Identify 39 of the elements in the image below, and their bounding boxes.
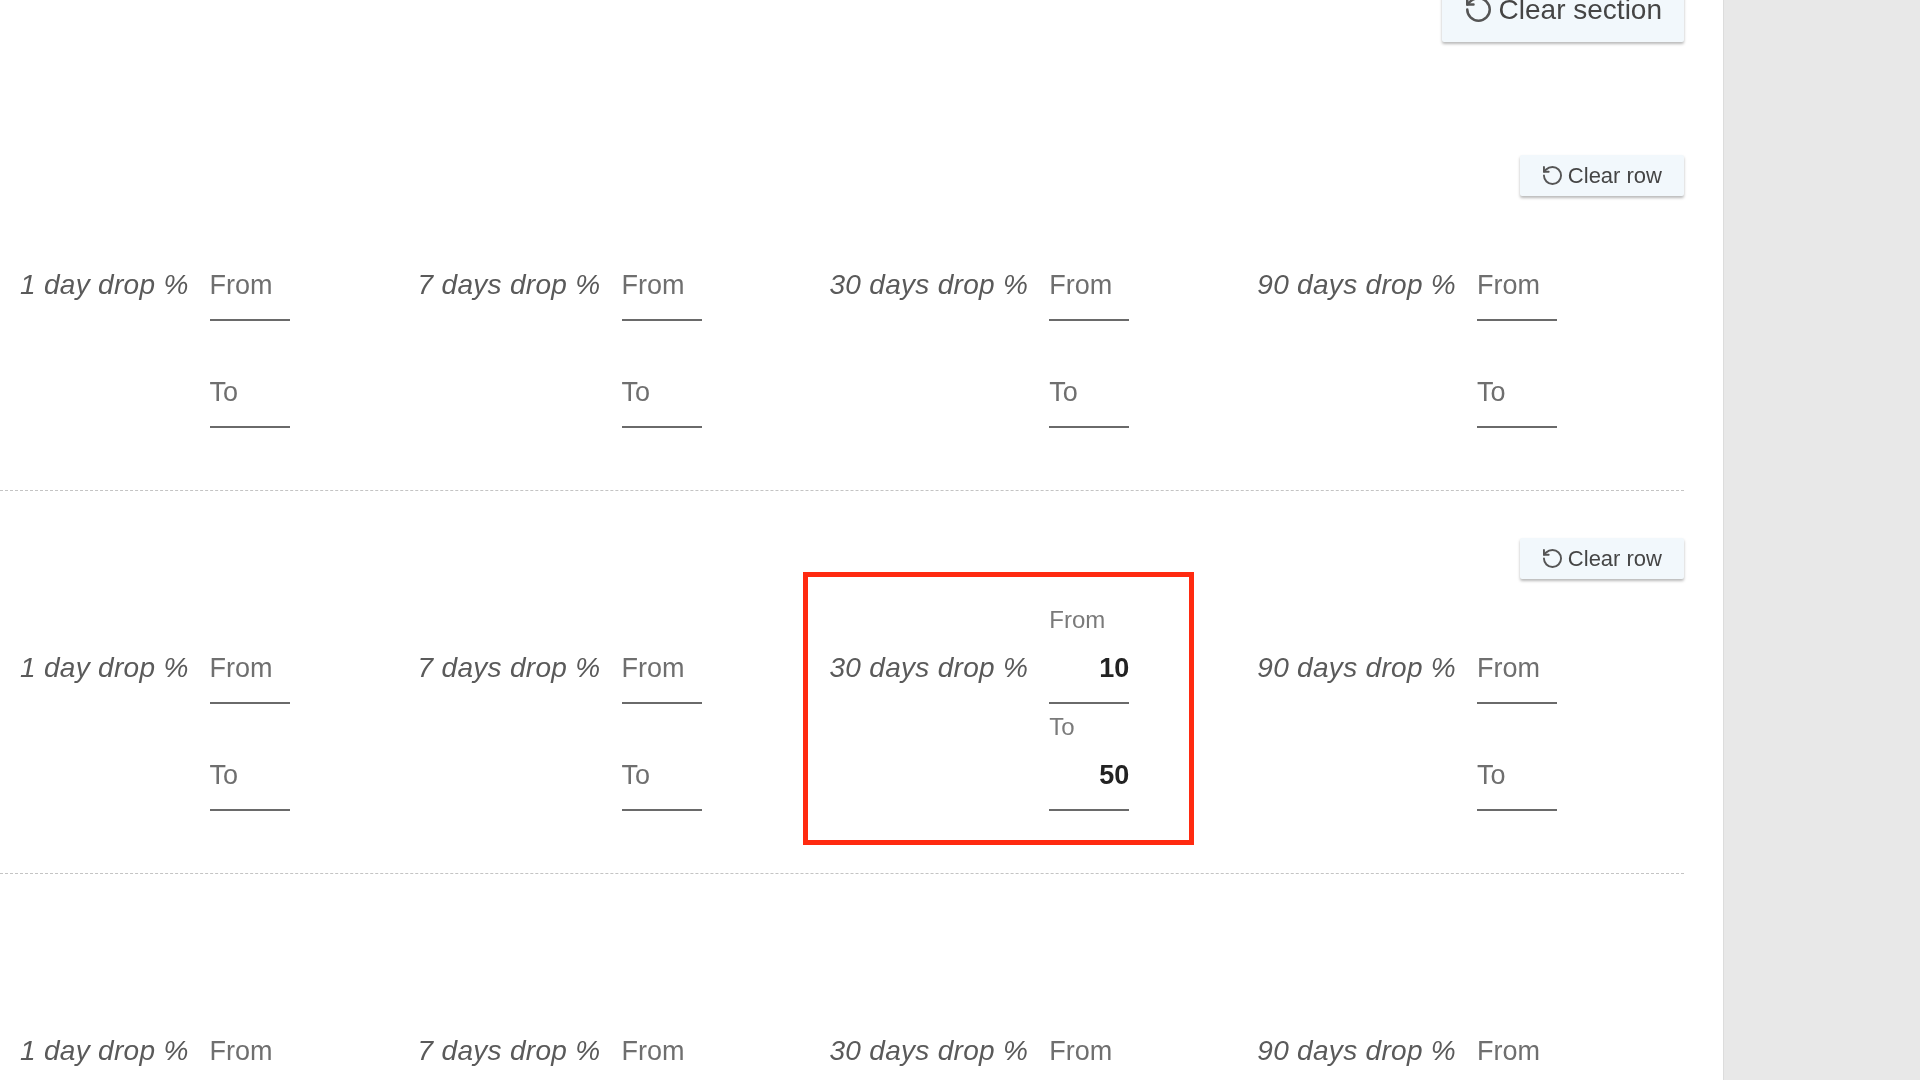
drop-label: 30 days drop % xyxy=(829,268,1029,302)
drop-label: 90 days drop % xyxy=(1257,651,1457,685)
input-field[interactable]: To xyxy=(621,367,702,428)
input-field[interactable]: To xyxy=(1049,367,1130,428)
input-field[interactable]: From xyxy=(1477,260,1558,321)
input-field[interactable]: 10 xyxy=(1049,643,1130,704)
input-field[interactable]: From xyxy=(621,643,702,704)
input-field[interactable]: From xyxy=(1477,1026,1558,1080)
input-field[interactable]: From xyxy=(1049,260,1130,321)
drop-label: 90 days drop % xyxy=(1257,1034,1457,1068)
counterclockwise-arrow-icon xyxy=(1542,549,1562,568)
input-field[interactable]: From xyxy=(209,643,290,704)
drop-label: 1 day drop % xyxy=(20,268,189,302)
drop-label: 7 days drop % xyxy=(417,651,601,685)
field-label: To xyxy=(1049,712,1075,742)
input-field[interactable]: To xyxy=(621,750,702,811)
drop-label: 30 days drop % xyxy=(829,651,1029,685)
clear-row-button[interactable]: Clear row xyxy=(1519,538,1684,579)
drop-label: 90 days drop % xyxy=(1257,268,1457,302)
input-field[interactable]: To xyxy=(209,367,290,428)
input-field[interactable]: To xyxy=(1477,750,1558,811)
input-field[interactable]: From xyxy=(209,1026,290,1080)
counterclockwise-arrow-icon xyxy=(1465,0,1491,22)
counterclockwise-arrow-icon xyxy=(1542,166,1562,185)
drop-label: 1 day drop % xyxy=(20,651,189,685)
drop-label: 30 days drop % xyxy=(829,1034,1029,1068)
drop-label: 7 days drop % xyxy=(417,268,601,302)
input-field[interactable]: From xyxy=(1477,643,1558,704)
drop-label: 1 day drop % xyxy=(20,1034,189,1068)
input-field[interactable]: From xyxy=(1049,1026,1130,1080)
input-field[interactable]: To xyxy=(1477,367,1558,428)
input-field[interactable]: From xyxy=(209,260,290,321)
clear-row-button[interactable]: Clear row xyxy=(1519,155,1684,196)
drop-label: 7 days drop % xyxy=(417,1034,601,1068)
input-field[interactable]: To xyxy=(209,750,290,811)
input-field[interactable]: From xyxy=(621,1026,702,1080)
field-label: From xyxy=(1049,605,1106,635)
input-field[interactable]: 50 xyxy=(1049,750,1130,811)
input-field[interactable]: From xyxy=(621,260,702,321)
